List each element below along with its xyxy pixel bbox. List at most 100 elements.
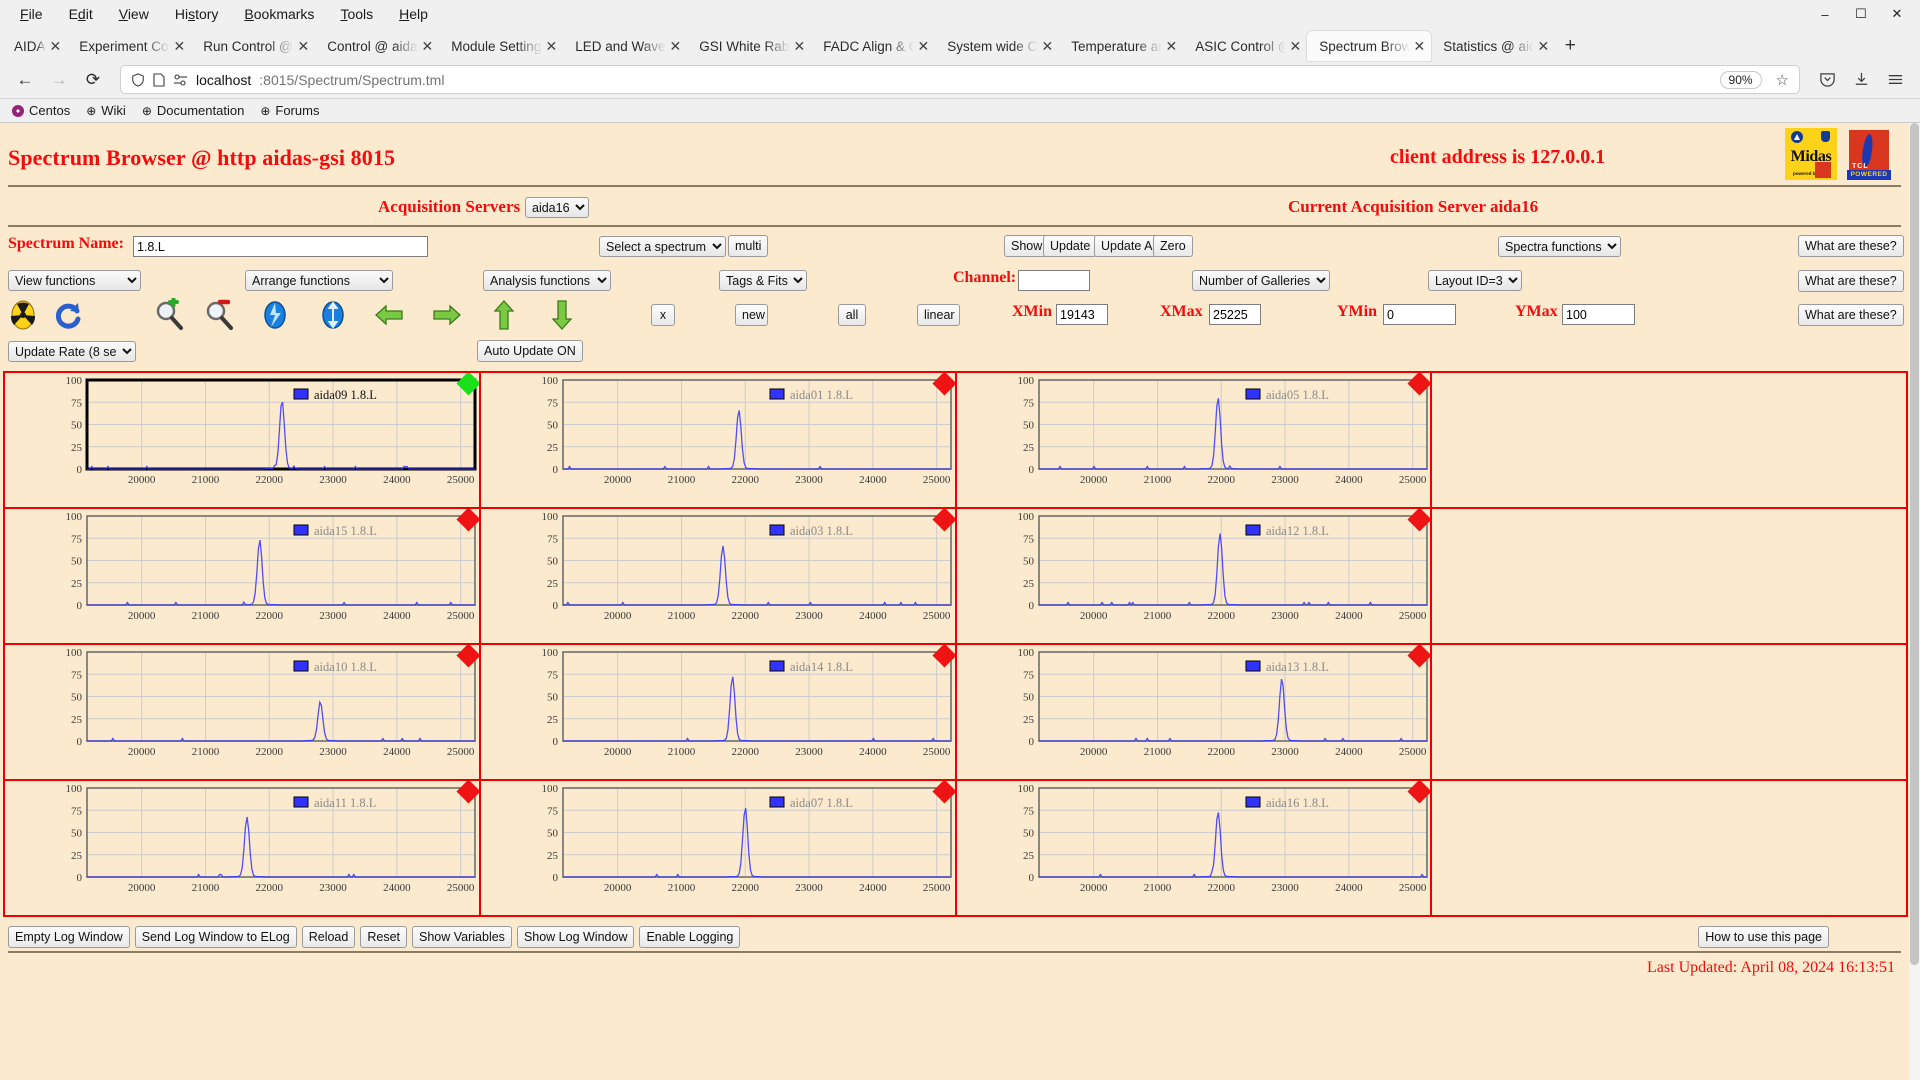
auto-update-button[interactable]: Auto Update ON [477, 340, 583, 362]
all-button[interactable]: all [838, 304, 866, 326]
gallery-cell[interactable]: 0 25 50 75 100 20000 21000 22000 23000 24000 25000… [956, 509, 1433, 645]
spectrum-plot[interactable]: 0 25 50 75 100 20000 21000 22000 23000 24000 25000… [5, 781, 481, 917]
tab-close-icon[interactable]: ✕ [546, 39, 558, 53]
analysis-functions-dropdown[interactable]: Analysis functions [483, 270, 611, 291]
spectrum-plot[interactable]: 0 25 50 75 100 20000 21000 22000 23000 24000 25000… [481, 645, 957, 781]
forward-icon[interactable]: → [44, 65, 74, 95]
tags-and-fits-dropdown[interactable]: Tags & Fits [719, 270, 807, 291]
tab-close-icon[interactable]: ✕ [50, 39, 62, 53]
menu-history[interactable]: History [163, 3, 231, 25]
menu-view[interactable]: View [107, 3, 161, 25]
bookmark-centos[interactable]: Centos [12, 103, 70, 118]
menu-edit[interactable]: Edit [57, 3, 105, 25]
browser-tab-12[interactable]: Statistics @ aidas-gsi ✕ [1431, 31, 1555, 61]
spectrum-plot[interactable]: 0 25 50 75 100 20000 21000 22000 23000 24000 25000… [5, 645, 481, 781]
update-rate-dropdown[interactable]: Update Rate (8 secs) [8, 341, 136, 362]
tab-close-icon[interactable]: ✕ [670, 39, 682, 53]
arrange-functions-dropdown[interactable]: Arrange functions [245, 270, 393, 291]
arrow-down-icon[interactable] [545, 298, 579, 332]
gallery-cell[interactable]: 0 25 50 75 100 20000 21000 22000 23000 24000 25000… [5, 509, 481, 645]
refresh-icon[interactable] [51, 298, 85, 332]
spectrum-plot[interactable]: 0 25 50 75 100 20000 21000 22000 23000 24000 25000… [957, 509, 1433, 645]
what-are-these-button-2[interactable]: What are these? [1798, 270, 1904, 292]
x-button[interactable]: x [651, 304, 675, 326]
gallery-cell[interactable]: 0 25 50 75 100 20000 21000 22000 23000 24000 25000… [480, 373, 957, 509]
browser-tab-2[interactable]: Run Control @ aidas-gsi ✕ [191, 31, 315, 61]
expand-vertical-icon[interactable] [258, 298, 292, 332]
browser-tab-10[interactable]: ASIC Control @ aidas-gsi ✕ [1183, 31, 1307, 61]
browser-tab-4[interactable]: Module Settings @ aidas-gsi ✕ [439, 31, 563, 61]
multi-button[interactable]: multi [728, 235, 769, 257]
layout-id-dropdown[interactable]: Layout ID=3 [1428, 270, 1522, 291]
gallery-cell-empty[interactable] [1432, 509, 1908, 645]
browser-tab-11[interactable]: Spectrum Browser @ aidas-gsi ✕ [1307, 31, 1432, 61]
zoom-in-icon[interactable] [152, 298, 186, 332]
arrow-up-icon[interactable] [487, 298, 521, 332]
browser-tab-6[interactable]: GSI White Rabbit @ aidas-gsi ✕ [687, 31, 811, 61]
gallery-cell[interactable]: 0 25 50 75 100 20000 21000 22000 23000 24000 25000… [480, 645, 957, 781]
tab-close-icon[interactable]: ✕ [1414, 39, 1426, 53]
tab-close-icon[interactable]: ✕ [422, 39, 434, 53]
gallery-cell[interactable]: 0 25 50 75 100 20000 21000 22000 23000 24000 25000… [956, 781, 1433, 917]
minimize-icon[interactable]: – [1808, 1, 1842, 27]
maximize-icon[interactable]: ☐ [1844, 1, 1878, 27]
spectrum-plot[interactable]: 0 25 50 75 100 20000 21000 22000 23000 24000 25000… [481, 373, 957, 509]
menu-hamburger-icon[interactable] [1880, 65, 1910, 95]
footer-button-enable-logging[interactable]: Enable Logging [639, 926, 741, 948]
tab-close-icon[interactable]: ✕ [918, 39, 930, 53]
footer-button-reset[interactable]: Reset [360, 926, 407, 948]
gallery-cell[interactable]: 0 25 50 75 100 20000 21000 22000 23000 24000 25000… [5, 645, 481, 781]
spectrum-plot[interactable]: 0 25 50 75 100 20000 21000 22000 23000 24000 25000… [5, 373, 481, 509]
spectrum-plot[interactable]: 0 25 50 75 100 20000 21000 22000 23000 24000 25000… [957, 781, 1433, 917]
gallery-cell[interactable]: 0 25 50 75 100 20000 21000 22000 23000 24000 25000… [5, 781, 481, 917]
pocket-icon[interactable] [1812, 65, 1842, 95]
spectrum-plot[interactable]: 0 25 50 75 100 20000 21000 22000 23000 24000 25000… [957, 645, 1433, 781]
arrow-left-icon[interactable] [372, 298, 406, 332]
zero-button[interactable]: Zero [1153, 235, 1193, 257]
tab-close-icon[interactable]: ✕ [1538, 39, 1550, 53]
downloads-icon[interactable] [1846, 65, 1876, 95]
zoom-out-icon[interactable] [202, 298, 236, 332]
tab-close-icon[interactable]: ✕ [174, 39, 186, 53]
browser-tab-5[interactable]: LED and Waveform @ aidas-gsi ✕ [563, 31, 687, 61]
spectrum-name-input[interactable] [133, 236, 428, 257]
browser-tab-9[interactable]: Temperature and Voltages @ aidas ✕ [1059, 31, 1183, 61]
bookmark-forums[interactable]: ⊕ Forums [260, 103, 319, 118]
menu-help[interactable]: Help [387, 3, 440, 25]
browser-tab-1[interactable]: Experiment Control @ aidas-gsi ✕ [67, 31, 191, 61]
new-button[interactable]: new [735, 304, 768, 326]
footer-button-show-variables[interactable]: Show Variables [412, 926, 512, 948]
channel-input[interactable] [1018, 270, 1090, 291]
ymax-input[interactable] [1562, 304, 1635, 325]
zoom-level-badge[interactable]: 90% [1719, 70, 1762, 89]
ymin-input[interactable] [1383, 304, 1456, 325]
gallery-cell-empty[interactable] [1432, 645, 1908, 781]
linear-button[interactable]: linear [917, 304, 960, 326]
footer-button-reload[interactable]: Reload [301, 926, 356, 948]
what-are-these-button-3[interactable]: What are these? [1798, 304, 1904, 326]
spectrum-plot[interactable]: 0 25 50 75 100 20000 21000 22000 23000 24000 25000… [481, 781, 957, 917]
tab-close-icon[interactable]: ✕ [794, 39, 806, 53]
spectrum-plot[interactable]: 0 25 50 75 100 20000 21000 22000 23000 24000 25000… [5, 509, 481, 645]
back-icon[interactable]: ← [10, 65, 40, 95]
address-bar[interactable]: localhost:8015/Spectrum/Spectrum.tml 90%… [120, 65, 1800, 94]
gallery-cell[interactable]: 0 25 50 75 100 20000 21000 22000 23000 24000 25000… [956, 373, 1433, 509]
arrow-right-icon[interactable] [430, 298, 464, 332]
footer-button-empty-log-window[interactable]: Empty Log Window [8, 926, 130, 948]
bookmark-documentation[interactable]: ⊕ Documentation [142, 103, 245, 118]
menu-file[interactable]: File [8, 3, 55, 25]
spectrum-plot[interactable]: 0 25 50 75 100 20000 21000 22000 23000 24000 25000… [957, 373, 1433, 509]
gallery-cell-empty[interactable] [1432, 373, 1908, 509]
what-are-these-button-1[interactable]: What are these? [1798, 235, 1904, 257]
gallery-cell[interactable]: 0 25 50 75 100 20000 21000 22000 23000 24000 25000… [480, 781, 957, 917]
tab-close-icon[interactable]: ✕ [298, 39, 310, 53]
browser-tab-7[interactable]: FADC Align & Control @ aidas-gsi ✕ [811, 31, 935, 61]
footer-button-show-log-window[interactable]: Show Log Window [516, 926, 635, 948]
spectrum-plot[interactable]: 0 25 50 75 100 20000 21000 22000 23000 24000 25000… [481, 509, 957, 645]
new-tab-button[interactable]: + [1555, 31, 1585, 61]
compress-vertical-icon[interactable] [316, 298, 350, 332]
browser-tab-8[interactable]: System wide Checks @ aidas-gsi ✕ [935, 31, 1059, 61]
tab-close-icon[interactable]: ✕ [1290, 39, 1302, 53]
tracking-protection-icon[interactable] [173, 73, 188, 86]
scrollbar-thumb[interactable] [1910, 123, 1919, 966]
